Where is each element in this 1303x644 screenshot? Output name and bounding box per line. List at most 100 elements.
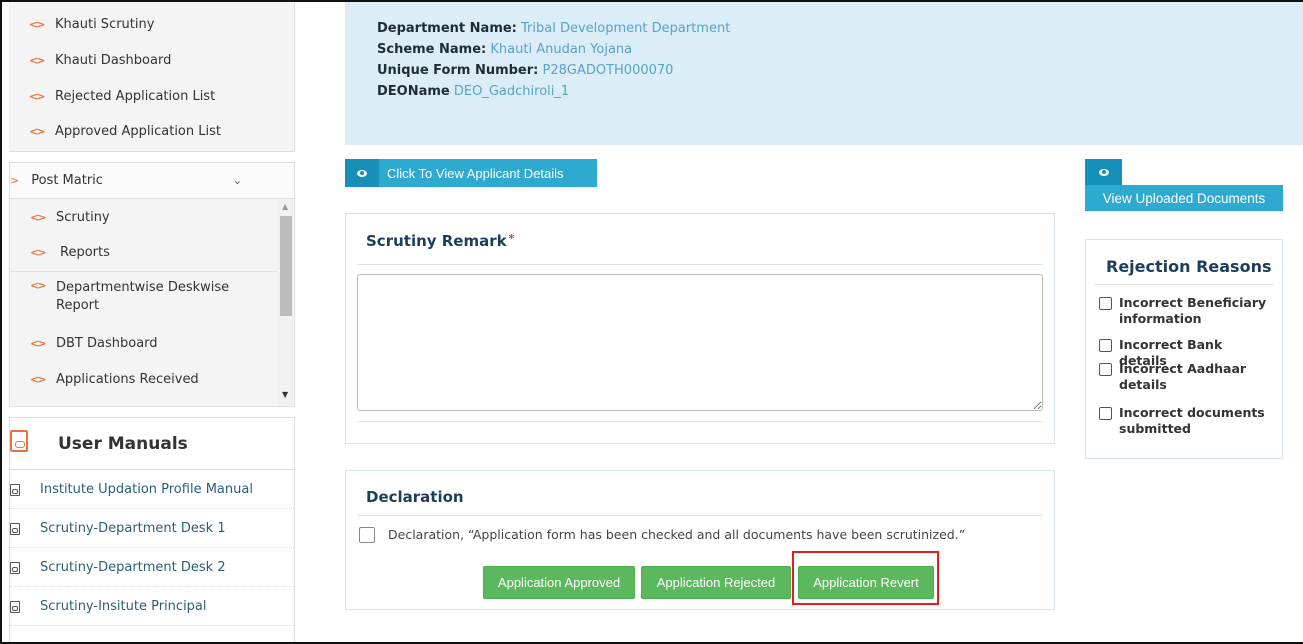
sidebar-item-label: Applications Received: [56, 372, 199, 387]
scroll-thumb[interactable]: [280, 216, 292, 316]
sidebar-item-label: Scrutiny: [56, 210, 110, 225]
manual-link-desk-2[interactable]: Scrutiny-Department Desk 2: [10, 549, 294, 587]
declaration-card: Declaration Declaration, “Application fo…: [345, 470, 1055, 610]
post-matric-label: Post Matric: [31, 173, 103, 188]
divider: [10, 271, 278, 272]
eye-icon: [1098, 168, 1109, 176]
declaration-title: Declaration: [366, 488, 464, 506]
reason-beneficiary-info[interactable]: Incorrect Beneficiary information: [1099, 295, 1274, 327]
department-row: Department Name: Tribal Development Depa…: [377, 18, 1303, 39]
diamond-arrows-icon: <>: [30, 246, 46, 259]
reason-label: Incorrect Beneficiary information: [1119, 295, 1267, 326]
view-applicant-details-button[interactable]: Click To View Applicant Details: [345, 159, 597, 187]
diamond-arrows-icon: <>: [30, 211, 46, 224]
divider: [357, 515, 1043, 516]
scheme-value: Khauti Anudan Yojana: [490, 42, 633, 57]
scroll-up-icon[interactable]: ▲: [282, 202, 288, 211]
eye-icon-cell: [1085, 159, 1122, 185]
sidebar-item-approved-list[interactable]: <> Approved Application List: [29, 113, 221, 150]
sidebar-item-dbt-dashboard[interactable]: <> DBT Dashboard: [30, 325, 158, 362]
deo-row: DEOName DEO_Gadchiroli_1: [377, 81, 1303, 102]
chevron-down-icon: ⌄: [232, 174, 242, 187]
manual-label: Institute Updation Profile Manual: [40, 482, 253, 497]
manual-link-principal[interactable]: Scrutiny-Insitute Principal: [10, 588, 294, 626]
pdf-icon: [10, 522, 20, 535]
reason-checkbox[interactable]: [1099, 363, 1112, 376]
sidebar-item-scrutiny[interactable]: <> Scrutiny: [30, 199, 110, 236]
application-info-box: Department Name: Tribal Development Depa…: [345, 2, 1303, 145]
view-documents-label: View Uploaded Documents: [1085, 185, 1283, 211]
reason-checkbox[interactable]: [1099, 407, 1112, 420]
rejection-reasons-title: Rejection Reasons: [1106, 257, 1272, 276]
diamond-arrows-icon: <>: [30, 337, 46, 350]
declaration-checkbox[interactable]: [359, 527, 375, 543]
declaration-text: Declaration, “Application form has been …: [388, 527, 966, 542]
pdf-icon: [10, 483, 20, 496]
diamond-arrows-icon: <>: [29, 54, 45, 67]
manual-link-profile[interactable]: Institute Updation Profile Manual: [10, 471, 294, 509]
divider: [357, 264, 1043, 265]
reason-label: Incorrect documents submitted: [1119, 405, 1265, 436]
sidebar-item-label: Reports: [60, 245, 110, 260]
diamond-arrows-icon: <>: [30, 279, 46, 292]
scrutiny-remark-textarea[interactable]: [357, 274, 1043, 411]
sidebar-item-applications-received[interactable]: <> Applications Received: [30, 361, 199, 398]
sidebar-item-khauti-dashboard[interactable]: <> Khauti Dashboard: [29, 42, 171, 79]
scrutiny-remark-title-text: Scrutiny Remark: [366, 232, 507, 250]
page-frame: <> Khauti Scrutiny <> Khauti Dashboard <…: [0, 0, 1303, 644]
application-approved-button[interactable]: Application Approved: [483, 566, 635, 599]
sidebar-item-rejected-list[interactable]: <> Rejected Application List: [29, 78, 215, 115]
manual-label: Scrutiny-Department Desk 2: [40, 560, 226, 575]
eye-icon-cell: [345, 159, 379, 187]
department-value: Tribal Development Department: [521, 21, 731, 36]
post-matric-toggle[interactable]: > Post Matric ⌄: [10, 163, 294, 199]
sidebar-item-reports[interactable]: <> Reports: [30, 234, 110, 271]
form-number-row: Unique Form Number: P28GADOTH000070: [377, 60, 1303, 81]
eye-icon: [357, 169, 367, 177]
post-matric-menu: > Post Matric ⌄ <> Scrutiny <> Reports <…: [9, 162, 295, 407]
manual-link-desk-1[interactable]: Scrutiny-Department Desk 1: [10, 510, 294, 548]
reason-checkbox[interactable]: [1099, 339, 1112, 352]
sidebar: <> Khauti Scrutiny <> Khauti Dashboard <…: [9, 2, 295, 642]
manual-label: Scrutiny-Department Desk 1: [40, 521, 226, 536]
diamond-arrows-icon: <>: [29, 125, 45, 138]
diamond-arrows-icon: >: [10, 174, 19, 187]
divider: [357, 421, 1043, 422]
view-uploaded-documents-button[interactable]: View Uploaded Documents: [1085, 159, 1283, 211]
pdf-icon: [10, 600, 20, 613]
rejection-reasons-panel: Rejection Reasons Incorrect Beneficiary …: [1085, 239, 1283, 459]
application-rejected-button[interactable]: Application Rejected: [641, 566, 791, 599]
scroll-down-icon[interactable]: ▼: [282, 390, 288, 399]
sidebar-item-khauti-scrutiny[interactable]: <> Khauti Scrutiny: [29, 6, 154, 43]
sidebar-item-label: DBT Dashboard: [56, 336, 158, 351]
user-manuals-header: User Manuals: [10, 418, 294, 470]
pdf-icon: [10, 430, 28, 452]
form-number-value: P28GADOTH000070: [542, 63, 674, 78]
reason-aadhaar-details[interactable]: Incorrect Aadhaar details: [1099, 361, 1274, 393]
sidebar-item-label: Khauti Dashboard: [55, 53, 172, 68]
divider: [1094, 284, 1274, 285]
user-manuals-title: User Manuals: [58, 434, 188, 454]
sidebar-item-label: Rejected Application List: [55, 89, 216, 104]
deo-value: DEO_Gadchiroli_1: [453, 84, 570, 99]
sidebar-item-deskwise-report[interactable]: <> Departmentwise Deskwise Report: [30, 271, 246, 321]
sidebar-item-label: Departmentwise Deskwise Report: [56, 280, 230, 313]
required-mark: *: [508, 232, 515, 245]
pdf-icon: [10, 561, 20, 574]
diamond-arrows-icon: <>: [29, 18, 45, 31]
deo-label: DEOName: [377, 84, 450, 99]
sidebar-item-label: Approved Application List: [55, 124, 221, 139]
sidebar-scrollbar[interactable]: ▲ ▼: [278, 200, 294, 406]
reason-documents-submitted[interactable]: Incorrect documents submitted: [1099, 405, 1274, 437]
scrutiny-remark-title: Scrutiny Remark *: [366, 232, 514, 250]
sidebar-item-label: Khauti Scrutiny: [55, 17, 155, 32]
scheme-label: Scheme Name:: [377, 42, 487, 57]
form-number-label: Unique Form Number:: [377, 63, 539, 78]
scheme-row: Scheme Name: Khauti Anudan Yojana: [377, 39, 1303, 60]
revert-highlight-box: [792, 551, 939, 605]
diamond-arrows-icon: <>: [30, 373, 46, 386]
reason-checkbox[interactable]: [1099, 297, 1112, 310]
reason-label: Incorrect Aadhaar details: [1119, 361, 1247, 392]
manual-label: Scrutiny-Insitute Principal: [40, 599, 207, 614]
scrutiny-remark-card: Scrutiny Remark *: [345, 213, 1055, 444]
